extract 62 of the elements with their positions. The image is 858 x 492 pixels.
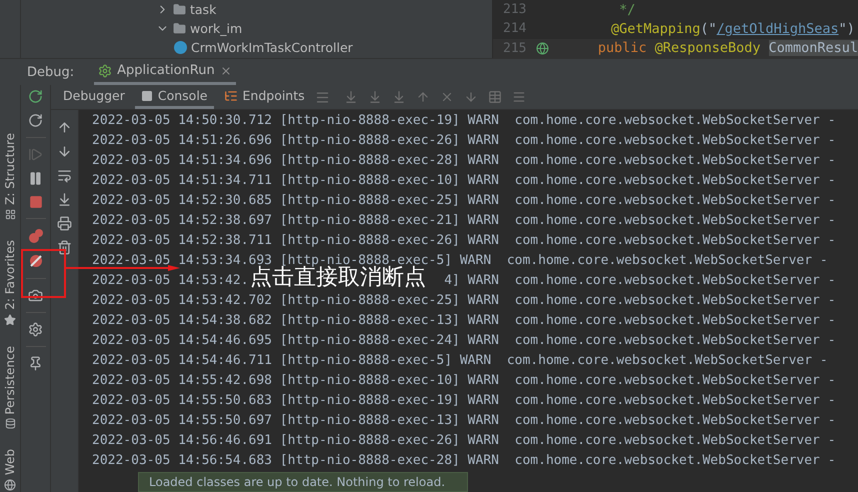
log-line: 2022-03-05 14:56:54.683 [http-nio-8888-exec-28] WARN com.home.core.websocket.WebSocketServer - [92,453,836,468]
log-line: 2022-03-05 14:53:42.702 [http-nio-8888-exec-25] WARN com.home.core.websocket.WebSocketServer - [92,293,836,308]
up-icon[interactable] [57,120,72,135]
tool-window-tab[interactable]: Z: Structure [0,133,20,220]
code-line: */ [618,2,636,18]
refresh-icon[interactable] [28,113,43,128]
line-number: 213 [502,2,528,18]
log-line: 2022-03-05 14:54:46.695 [http-nio-8888-exec-24] WARN com.home.core.websocket.WebSocketServer - [92,333,836,348]
endpoints-icon [224,88,238,102]
log-line: 2022-03-05 14:51:34.711 [http-nio-8888-exec-10] WARN com.home.core.websocket.WebSocketServer - [92,173,836,188]
pin-icon[interactable] [28,356,43,371]
log-line: 2022-03-05 14:54:46.711 [http-nio-8888-exec-5] WARN com.home.core.websocket.WebSocketServer - [92,353,828,368]
log-line: 2022-03-05 14:55:50.683 [http-nio-8888-exec-19] WARN com.home.core.websocket.WebSocketServer - [92,393,836,408]
down-icon[interactable] [57,144,72,159]
toolbar-tab[interactable]: Endpoints [218,85,311,109]
breakpoints-icon[interactable] [28,228,44,244]
tool-window-tab[interactable]: 2: Favorites [0,240,20,326]
annotation-text: 点击直接取消断点 [250,267,426,289]
highlight-frame [21,249,66,298]
folder-icon [173,3,186,16]
wrap-icon[interactable] [57,168,72,183]
log-text: 2022-03-05 14:53:42. [92,273,249,288]
tree-item[interactable]: work_im [190,21,242,36]
close-icon[interactable] [220,64,232,76]
database-icon [4,418,16,430]
class-icon [174,41,187,54]
pause-icon[interactable] [28,171,43,186]
tree-item[interactable]: task [190,2,216,17]
log-line: 2022-03-05 14:56:46.691 [http-nio-8888-exec-26] WARN com.home.core.websocket.WebSocketServer - [92,433,836,448]
console-icon [140,90,153,102]
tool-window-tab[interactable]: Web [0,449,20,492]
globe-icon [536,42,550,55]
folder-icon [173,22,186,35]
star-icon [4,314,16,326]
scroll-end-icon[interactable] [57,192,72,207]
line-number: 214 [502,21,528,36]
code-line: @GetMapping("/getOldHighSeas") [611,20,855,37]
log-line: 2022-03-05 14:50:30.712 [http-nio-8888-exec-19] WARN com.home.core.websocket.WebSocketServer - [92,113,836,128]
log-line: 2022-03-05 14:51:26.696 [http-nio-8888-exec-26] WARN com.home.core.websocket.WebSocketServer - [92,133,836,148]
structure-icon [4,208,16,220]
log-line: 2022-03-05 14:52:38.711 [http-nio-8888-exec-26] WARN com.home.core.websocket.WebSocketServer - [92,233,836,248]
log-line: 2022-03-05 14:55:50.697 [http-nio-8888-exec-13] WARN com.home.core.websocket.WebSocketServer - [92,413,836,428]
tree-item[interactable]: CrmWorkImTaskController [191,40,353,55]
log-line: 2022-03-05 14:52:38.697 [http-nio-8888-exec-21] WARN com.home.core.websocket.WebSocketServer - [92,213,836,228]
log-line: 2022-03-05 14:52:30.685 [http-nio-8888-exec-25] WARN com.home.core.websocket.WebSocketServer - [92,193,836,208]
log-line: 2022-03-05 14:55:42.698 [http-nio-8888-exec-10] WARN com.home.core.websocket.WebSocketServer - [92,373,836,388]
tool-window-tab[interactable]: Persistence [0,346,20,430]
log-line: 2022-03-05 14:54:38.682 [http-nio-8888-exec-13] WARN com.home.core.websocket.WebSocketServer - [92,313,836,328]
trash-icon[interactable] [57,240,72,255]
notification: Loaded classes are up to date. Nothing to reload. [138,472,468,492]
stop-icon[interactable] [28,195,42,209]
toolbar-tab[interactable]: Debugger [57,85,131,109]
settings-icon[interactable] [28,322,43,337]
globe-icon [4,479,16,492]
mute-breakpoints-icon[interactable] [28,253,44,269]
print-icon[interactable] [57,216,72,231]
rerun-icon[interactable] [28,89,43,104]
camera-icon[interactable] [28,288,43,303]
panel-title: Debug: [27,64,74,80]
log-line: 2022-03-05 14:51:34.696 [http-nio-8888-exec-28] WARN com.home.core.websocket.WebSocketServer - [92,153,836,168]
code-line: public @ResponseBody CommonResul [598,40,858,56]
log-text: 4] WARN com.home.core.websocket.WebSocketServer - [444,273,836,288]
